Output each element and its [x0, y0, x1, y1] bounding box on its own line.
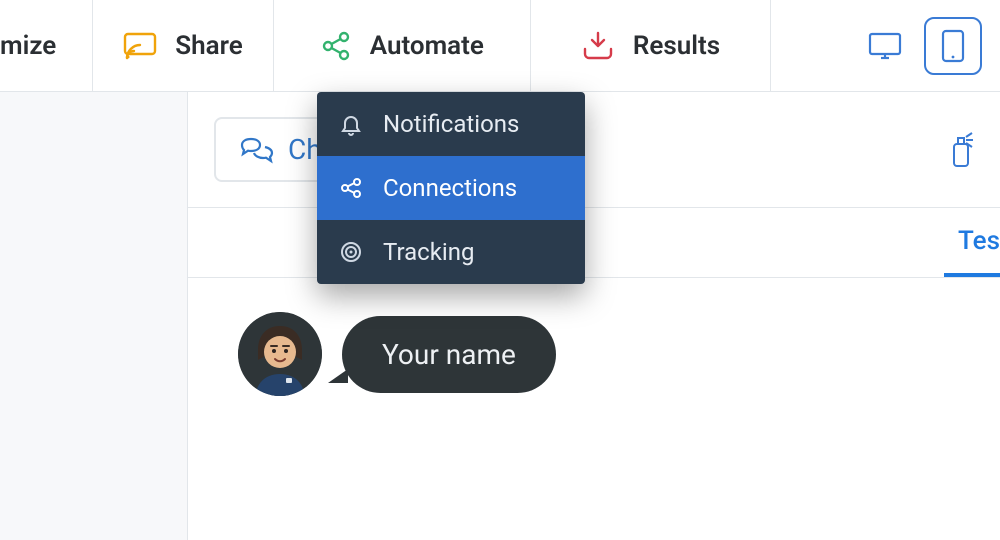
tab-test-label: Tes — [958, 226, 1000, 256]
tab-automate-label: Automate — [370, 31, 484, 61]
main-panel: Chat Tes — [188, 92, 1000, 540]
tab-row: Tes — [188, 208, 1000, 278]
dropdown-item-tracking[interactable]: Tracking — [317, 220, 585, 284]
avatar — [238, 312, 322, 396]
tab-customize-label: mize — [0, 31, 56, 61]
theme-spray-button[interactable] — [946, 130, 976, 170]
cast-icon — [123, 32, 157, 60]
tablet-icon — [940, 29, 966, 63]
tablet-view-button[interactable] — [924, 17, 982, 75]
tab-test[interactable]: Tes — [944, 208, 1000, 277]
topbar: mize Share Automate — [0, 0, 1000, 92]
left-sidebar — [0, 92, 188, 540]
dropdown-item-label: Tracking — [383, 238, 474, 266]
tab-customize[interactable]: mize — [0, 0, 93, 91]
chat-bubble-text: Your name — [382, 338, 516, 371]
toolrow: Chat — [188, 92, 1000, 208]
chat-bubble-row: Your name — [238, 312, 556, 396]
chat-bubbles-icon — [238, 135, 274, 165]
connections-icon — [339, 176, 363, 200]
tab-results-label: Results — [633, 31, 720, 61]
tab-results[interactable]: Results — [531, 0, 771, 91]
desktop-view-button[interactable] — [856, 17, 914, 75]
tab-automate[interactable]: Automate — [274, 0, 531, 91]
tab-share-label: Share — [175, 31, 242, 61]
download-tray-icon — [581, 31, 615, 61]
chat-bubble: Your name — [342, 316, 556, 393]
dropdown-item-notifications[interactable]: Notifications — [317, 92, 585, 156]
automate-dropdown: Notifications Connections Tracking — [317, 92, 585, 284]
radar-icon — [339, 240, 363, 264]
share-nodes-icon — [320, 30, 352, 62]
bell-icon — [339, 112, 363, 136]
tab-share[interactable]: Share — [93, 0, 273, 91]
device-toggle-group — [838, 0, 1000, 91]
desktop-icon — [867, 31, 903, 61]
dropdown-item-connections[interactable]: Connections — [317, 156, 585, 220]
dropdown-item-label: Notifications — [383, 110, 519, 138]
dropdown-item-label: Connections — [383, 174, 517, 202]
